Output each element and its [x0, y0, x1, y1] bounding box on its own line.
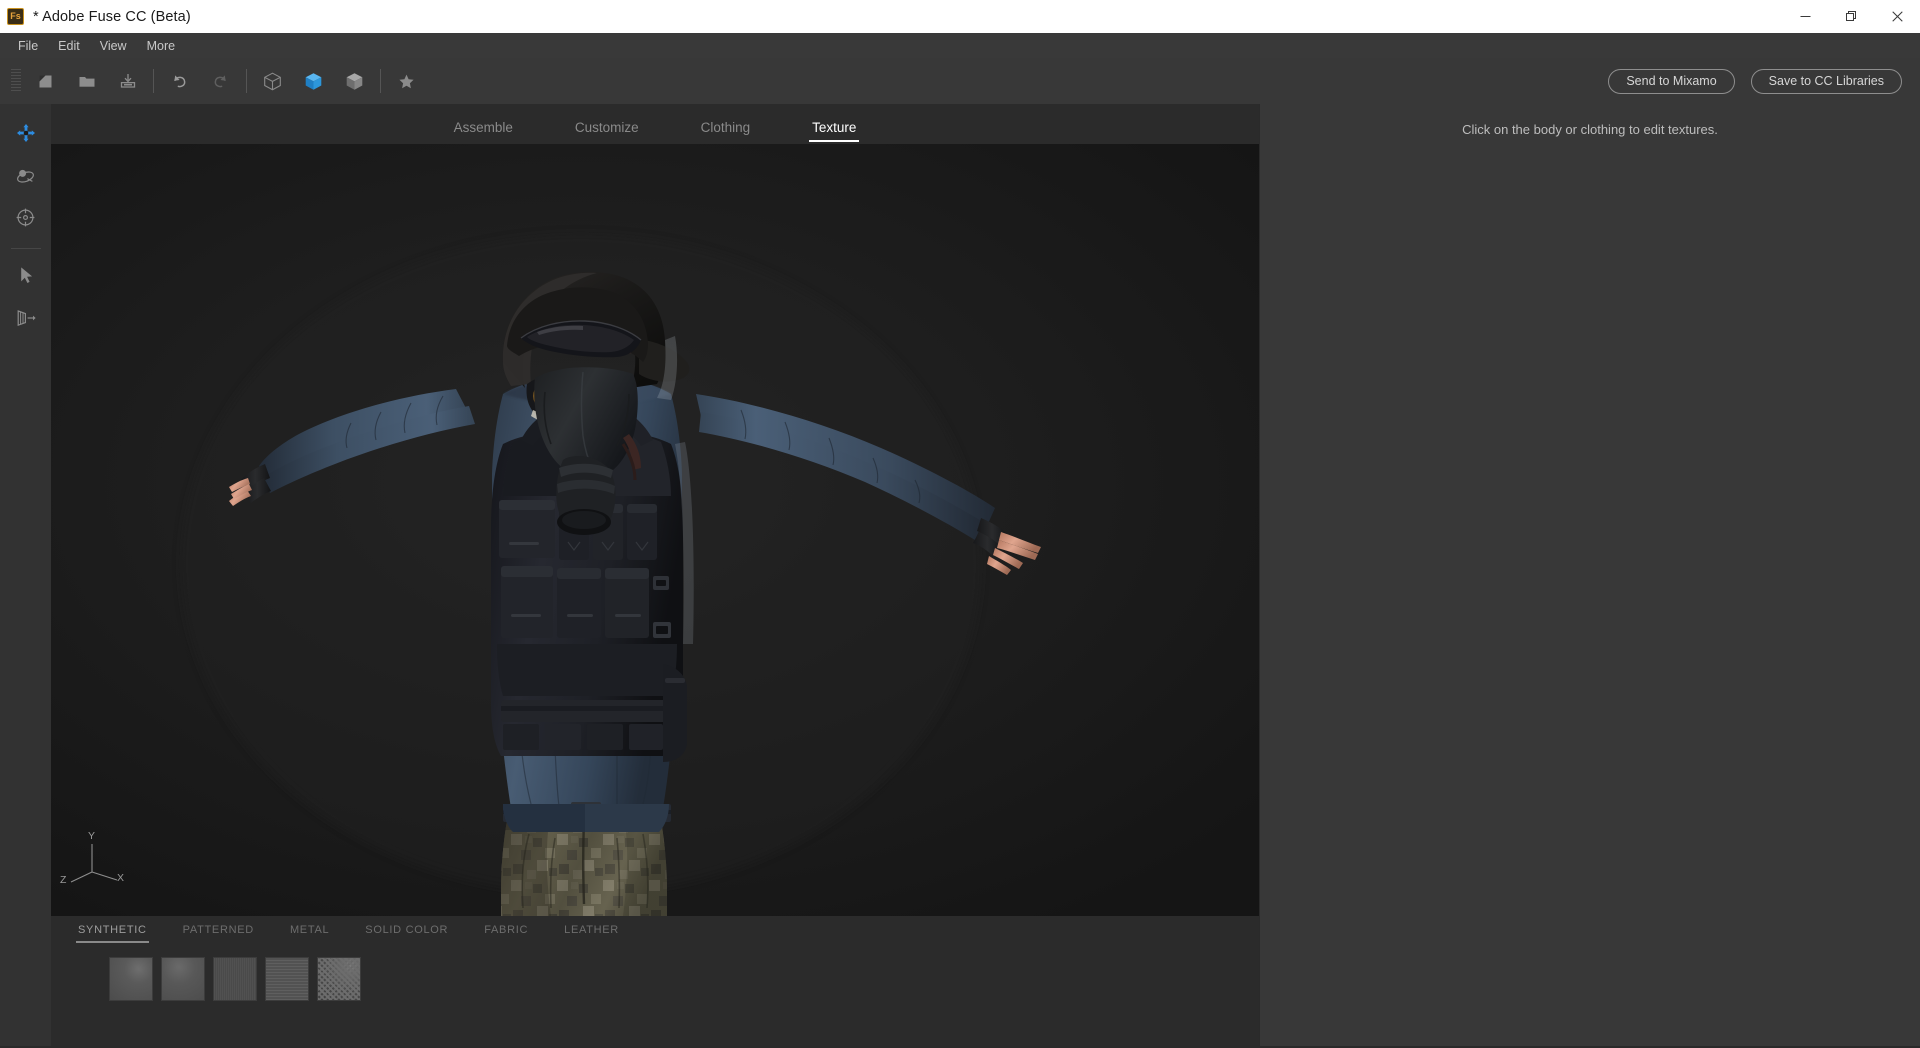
favorites-button[interactable]	[386, 58, 427, 104]
texture-swatch[interactable]	[109, 957, 153, 1001]
tab-clothing[interactable]: Clothing	[670, 120, 782, 144]
axis-gizmo: Y Z X	[59, 830, 129, 892]
minimize-icon	[1800, 16, 1810, 17]
cube-wireframe-icon	[264, 72, 281, 90]
texture-swatch[interactable]	[161, 957, 205, 1001]
tab-customize[interactable]: Customize	[544, 120, 670, 144]
toolbar-divider	[153, 69, 154, 93]
cube-solid-icon	[305, 72, 322, 90]
move-pan-icon	[16, 124, 35, 142]
tab-assemble[interactable]: Assemble	[423, 120, 544, 144]
tool-pan[interactable]	[8, 116, 44, 150]
minimize-button[interactable]	[1782, 0, 1828, 33]
cube-shaded-icon	[346, 72, 363, 90]
texture-swatch[interactable]	[213, 957, 257, 1001]
window-controls	[1782, 0, 1920, 33]
save-to-cc-libraries-button[interactable]: Save to CC Libraries	[1750, 68, 1902, 94]
menubar: File Edit View More	[0, 33, 1920, 58]
vest-pouch-row-lower	[501, 566, 649, 638]
window-titlebar: Fs * Adobe Fuse CC (Beta)	[0, 0, 1920, 33]
viewport-3d[interactable]: Y Z X	[51, 144, 1259, 916]
menu-item-more[interactable]: More	[137, 35, 185, 57]
tool-select[interactable]	[8, 258, 44, 292]
close-button[interactable]	[1874, 0, 1920, 33]
new-file-button[interactable]	[25, 58, 66, 104]
menu-item-edit[interactable]: Edit	[48, 35, 90, 57]
view-wireframe-button[interactable]	[252, 58, 293, 104]
mirror-flip-icon	[17, 310, 36, 327]
open-folder-button[interactable]	[66, 58, 107, 104]
view-textured-button[interactable]	[334, 58, 375, 104]
redo-button[interactable]	[200, 58, 241, 104]
target-focus-icon	[16, 208, 35, 226]
redo-arrow-icon	[214, 75, 226, 88]
gizmo-label-x: X	[117, 872, 125, 884]
texture-inspector-panel: Click on the body or clothing to edit te…	[1259, 104, 1920, 1048]
texture-category-patterned[interactable]: PATTERNED	[165, 924, 272, 943]
cursor-arrow-icon	[20, 267, 32, 283]
texture-category-solid-color[interactable]: SOLID COLOR	[347, 924, 466, 943]
inspector-hint-text: Click on the body or clothing to edit te…	[1462, 122, 1718, 137]
left-tool-rail	[0, 104, 51, 1048]
close-icon	[1891, 11, 1903, 22]
menu-item-file[interactable]: File	[8, 35, 48, 57]
maximize-button[interactable]	[1828, 0, 1874, 33]
gizmo-label-y: Y	[88, 830, 96, 842]
save-button[interactable]	[107, 58, 148, 104]
toolbar-actions: Send to Mixamo Save to CC Libraries	[1608, 58, 1920, 104]
texture-category-leather[interactable]: LEATHER	[546, 924, 637, 943]
texture-category-synthetic[interactable]: SYNTHETIC	[60, 924, 165, 943]
open-folder-icon	[79, 76, 94, 87]
star-icon	[399, 74, 414, 88]
menu-item-view[interactable]: View	[90, 35, 137, 57]
maximize-icon	[1845, 11, 1856, 21]
character-model[interactable]	[51, 144, 1259, 916]
new-file-icon	[39, 75, 52, 87]
toolbar-divider	[380, 69, 381, 93]
texture-category-tabs: SYNTHETIC PATTERNED METAL SOLID COLOR FA…	[60, 924, 637, 943]
character-trousers[interactable]	[501, 804, 669, 916]
undo-button[interactable]	[159, 58, 200, 104]
texture-library-panel: SYNTHETIC PATTERNED METAL SOLID COLOR FA…	[51, 916, 1259, 1048]
main-tabs: Assemble Customize Clothing Texture	[51, 104, 1259, 144]
texture-category-metal[interactable]: METAL	[272, 924, 347, 943]
tool-orbit[interactable]	[8, 158, 44, 192]
save-download-icon	[120, 74, 135, 88]
texture-swatch[interactable]	[265, 957, 309, 1001]
texture-swatch-list	[109, 957, 361, 1001]
tool-mirror[interactable]	[8, 300, 44, 334]
toolbar-grip[interactable]	[11, 69, 21, 93]
view-shaded-button[interactable]	[293, 58, 334, 104]
texture-swatch[interactable]	[317, 957, 361, 1001]
tool-frame-selection[interactable]	[8, 200, 44, 234]
window-title: * Adobe Fuse CC (Beta)	[33, 8, 191, 25]
toolbar-divider	[246, 69, 247, 93]
texture-category-fabric[interactable]: FABRIC	[466, 924, 546, 943]
send-to-mixamo-button[interactable]: Send to Mixamo	[1608, 68, 1735, 94]
tab-texture[interactable]: Texture	[781, 120, 887, 144]
orbit-rotate-icon	[17, 169, 34, 183]
rail-divider	[10, 248, 41, 249]
gizmo-label-z: Z	[60, 874, 67, 886]
fuse-app-icon: Fs	[7, 8, 24, 25]
toolbar: Send to Mixamo Save to CC Libraries	[0, 58, 1920, 104]
undo-arrow-icon	[174, 75, 186, 88]
